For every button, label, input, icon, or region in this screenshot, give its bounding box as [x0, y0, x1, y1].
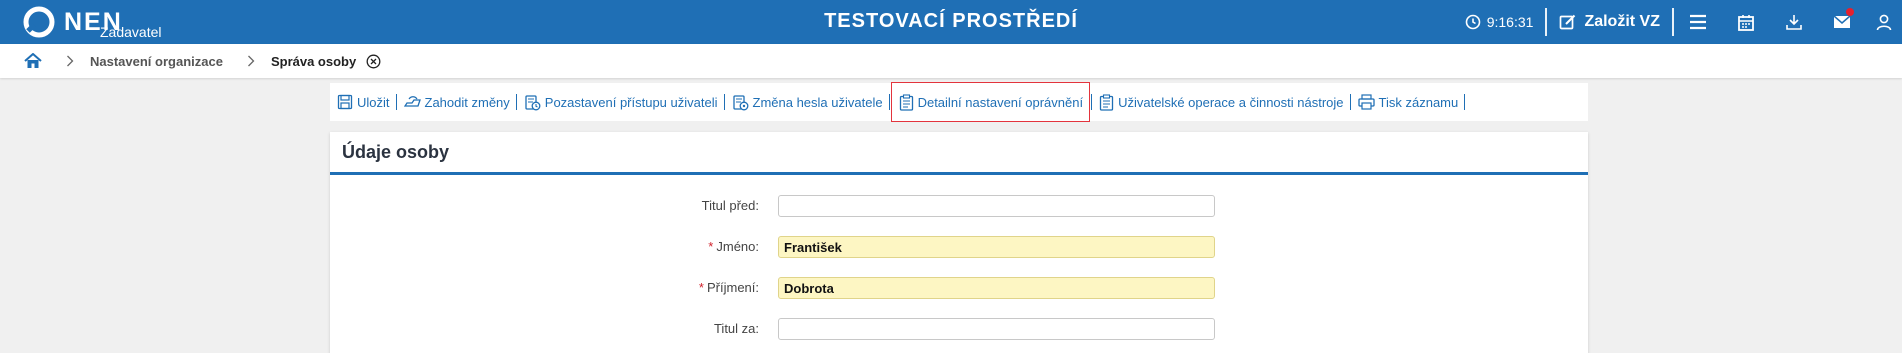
- title-before-label: Titul před:: [701, 198, 759, 213]
- close-tab-button[interactable]: [366, 54, 381, 69]
- suspend-access-label: Pozastavení přístupu uživateli: [544, 94, 718, 110]
- divider: [1545, 8, 1548, 36]
- change-password-button[interactable]: Změna hesla uživatele: [725, 83, 889, 121]
- print-icon: [1357, 94, 1375, 110]
- user-button[interactable]: [1866, 0, 1902, 44]
- discard-icon: [403, 96, 421, 107]
- permission-settings-label: Detailní nastavení oprávnění: [917, 94, 1084, 110]
- create-tender-label: Založit VZ: [1584, 13, 1660, 30]
- first-name-input[interactable]: [778, 236, 1215, 258]
- create-tender-button[interactable]: Založit VZ: [1547, 13, 1672, 31]
- save-button[interactable]: Uložit: [330, 83, 396, 121]
- logo-subtitle: Zadavatel: [100, 24, 162, 40]
- form-row-first-name: * Jméno:: [330, 236, 1588, 258]
- form-row-title-after: Titul za:: [330, 318, 1588, 340]
- menu-icon: [1690, 14, 1706, 30]
- notification-badge: [1846, 8, 1854, 16]
- suspend-access-button[interactable]: Pozastavení přístupu uživateli: [517, 83, 724, 121]
- permissions-icon: [899, 93, 913, 111]
- user-operations-button[interactable]: Uživatelské operace a činnosti nástroje: [1092, 83, 1349, 121]
- panel-header: Údaje osoby: [330, 132, 1588, 175]
- session-clock: 9:16:31: [1465, 14, 1534, 30]
- environment-title: TESTOVACÍ PROSTŘEDÍ: [824, 10, 1078, 32]
- discard-label: Zahodit změny: [424, 94, 510, 110]
- print-record-button[interactable]: Tisk záznamu: [1351, 83, 1465, 121]
- operations-icon: [1099, 93, 1114, 111]
- first-name-label: Jméno:: [716, 239, 759, 254]
- edit-icon: [1560, 14, 1576, 30]
- form-row-title-before: Titul před:: [330, 195, 1588, 217]
- title-before-input[interactable]: [778, 195, 1215, 217]
- toolbar-divider: [1464, 94, 1466, 110]
- download-icon: [1786, 15, 1802, 30]
- password-change-icon: [732, 94, 748, 110]
- calendar-icon: [1738, 14, 1754, 31]
- discard-changes-button[interactable]: Zahodit změny: [397, 83, 516, 121]
- last-name-input[interactable]: [778, 277, 1215, 299]
- breadcrumb-current: Správa osoby: [270, 53, 357, 69]
- print-record-label: Tisk záznamu: [1378, 94, 1459, 110]
- toolbar-divider: [888, 94, 890, 110]
- change-password-label: Změna hesla uživatele: [752, 94, 883, 110]
- logo-ring-icon: [22, 5, 56, 39]
- form-row-last-name: * Příjmení:: [330, 277, 1588, 299]
- last-name-label-wrap: * Příjmení:: [699, 280, 759, 295]
- action-toolbar: Uložit Zahodit změny Pozastavení přístup…: [330, 82, 1588, 122]
- last-name-label: Příjmení:: [706, 280, 759, 295]
- breadcrumb-item-organization-settings[interactable]: Nastavení organizace: [90, 54, 223, 69]
- required-marker: *: [708, 239, 714, 254]
- close-circle-icon: [366, 54, 381, 68]
- save-label: Uložit: [357, 94, 390, 110]
- home-icon: [24, 53, 42, 68]
- chevron-right-icon: [247, 55, 255, 67]
- permission-settings-button[interactable]: Detailní nastavení oprávnění: [890, 82, 1091, 122]
- suspend-access-icon: [525, 94, 541, 110]
- required-marker: *: [698, 280, 704, 295]
- clock-time: 9:16:31: [1486, 14, 1534, 30]
- first-name-label-wrap: * Jméno:: [708, 239, 759, 254]
- home-link[interactable]: [24, 53, 42, 69]
- top-bar: NEN Zadavatel TESTOVACÍ PROSTŘEDÍ 9:16:3…: [0, 0, 1902, 44]
- menu-button[interactable]: [1674, 0, 1722, 44]
- mail-icon: [1833, 15, 1851, 28]
- user-operations-label: Uživatelské operace a činnosti nástroje: [1118, 94, 1344, 110]
- chevron-right-icon: [66, 55, 74, 67]
- panel-title: Údaje osoby: [342, 141, 450, 162]
- title-after-label: Titul za:: [713, 321, 759, 336]
- breadcrumb: Nastavení organizace Správa osoby: [0, 44, 1902, 78]
- user-icon: [1876, 14, 1892, 30]
- messages-button[interactable]: [1818, 0, 1866, 44]
- download-button[interactable]: [1770, 0, 1818, 44]
- person-details-panel: Údaje osoby Titul před: *Jméno: *Příjmen…: [330, 132, 1588, 353]
- clock-icon: [1465, 14, 1481, 30]
- title-after-input[interactable]: [778, 318, 1215, 340]
- save-icon: [337, 94, 353, 110]
- calendar-button[interactable]: [1722, 0, 1770, 44]
